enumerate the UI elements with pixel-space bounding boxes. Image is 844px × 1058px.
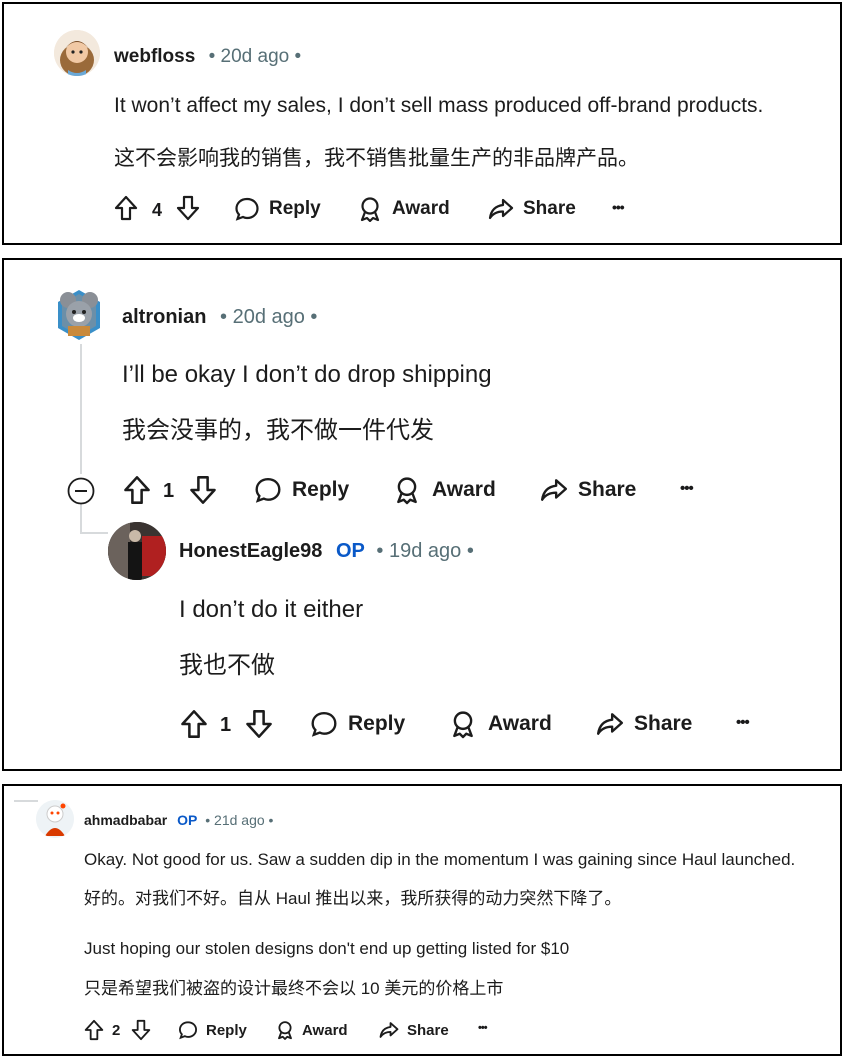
username[interactable]: HonestEagle98 (179, 540, 322, 562)
award-label: Award (392, 198, 450, 219)
award-button[interactable]: Award (394, 475, 496, 505)
timestamp: • 21d ago • (205, 812, 274, 828)
username[interactable]: webfloss (114, 46, 195, 67)
share-button[interactable]: Share (540, 475, 636, 505)
vote-count: 2 (112, 1022, 121, 1039)
comment-text-en: I don’t do it either (179, 596, 364, 623)
reply-label: Reply (206, 1021, 247, 1039)
downvote-icon (190, 476, 216, 504)
reply-icon (255, 478, 281, 503)
share-icon (379, 1022, 399, 1038)
reply-button[interactable]: Reply (234, 196, 321, 222)
share-label: Share (523, 198, 576, 219)
award-icon (397, 477, 417, 505)
share-icon (596, 713, 624, 735)
reply-icon (178, 1021, 198, 1040)
vote-count: 1 (220, 714, 232, 736)
more-options-button[interactable]: ••• (478, 1022, 488, 1034)
comment-ahmadbabar: ahmadbabar OP • 21d ago • Okay. Not good… (2, 784, 842, 1056)
comment-text-zh-1: 好的。对我们不好。自从 Haul 推出以来，我所获得的动力突然下降了。 (84, 889, 622, 908)
comment-text-en: It won’t affect my sales, I don’t sell m… (114, 94, 764, 117)
downvote-button[interactable] (245, 709, 273, 739)
reply-label: Reply (348, 712, 406, 735)
downvote-icon (131, 1019, 151, 1041)
comment-text-en-2: Just hoping our stolen designs don't end… (84, 939, 570, 958)
collapse-thread-button[interactable] (66, 476, 96, 506)
downvote-icon (246, 710, 272, 738)
downvote-button[interactable] (189, 475, 217, 505)
upvote-button[interactable] (123, 475, 151, 505)
user-avatar[interactable] (36, 800, 74, 838)
reply-button[interactable]: Reply (310, 709, 405, 739)
thread-line-branch (80, 504, 82, 534)
share-button[interactable]: Share (379, 1020, 449, 1040)
vote-count: 1 (163, 480, 175, 502)
comment-text-zh: 这不会影响我的销售，我不销售批量生产的非品牌产品。 (114, 147, 639, 170)
reply-button[interactable]: Reply (178, 1020, 247, 1040)
award-label: Award (432, 478, 496, 501)
downvote-button[interactable] (131, 1019, 151, 1041)
comment-thread-altronian: altronian • 20d ago • I’ll be okay I don… (2, 258, 842, 771)
upvote-icon (124, 476, 150, 504)
thread-line-elbow (80, 532, 108, 534)
comment-text-en: I’ll be okay I don’t do drop shipping (122, 361, 492, 388)
award-icon (278, 1021, 292, 1040)
timestamp: • 20d ago • (208, 46, 302, 67)
share-button[interactable]: Share (488, 196, 576, 222)
user-avatar[interactable] (108, 522, 166, 580)
share-icon (540, 479, 568, 501)
more-options-button[interactable]: ••• (680, 480, 694, 497)
more-options-button[interactable]: ••• (736, 714, 750, 731)
reply-icon (235, 197, 259, 221)
award-icon (453, 711, 473, 739)
reply-button[interactable]: Reply (254, 475, 349, 505)
share-icon (488, 198, 514, 220)
comment-webfloss: webfloss • 20d ago • It won’t affect my … (2, 2, 842, 245)
op-badge: OP (335, 540, 365, 562)
award-button[interactable]: Award (276, 1020, 348, 1040)
upvote-button[interactable] (84, 1019, 104, 1041)
username[interactable]: altronian (122, 306, 206, 328)
timestamp: • 19d ago • (376, 540, 474, 562)
downvote-button[interactable] (176, 195, 200, 221)
award-label: Award (488, 712, 552, 735)
reply-label: Reply (292, 478, 350, 501)
user-avatar[interactable] (54, 30, 100, 76)
thread-line (80, 344, 82, 474)
timestamp: • 20d ago • (220, 306, 318, 328)
collapse-icon (67, 477, 95, 505)
more-options-button[interactable]: ••• (612, 199, 625, 215)
username[interactable]: ahmadbabar (84, 812, 167, 828)
share-label: Share (578, 478, 637, 501)
upvote-icon (84, 1019, 104, 1041)
upvote-icon (114, 195, 138, 221)
award-button[interactable]: Award (358, 196, 450, 222)
op-badge: OP (177, 812, 198, 828)
comment-text-zh-2: 只是希望我们被盗的设计最终不会以 10 美元的价格上市 (84, 979, 504, 998)
thread-line-elbow (14, 800, 38, 802)
share-label: Share (407, 1021, 449, 1039)
comment-text-en-1: Okay. Not good for us. Saw a sudden dip … (84, 850, 796, 869)
share-label: Share (634, 712, 693, 735)
upvote-button[interactable] (180, 709, 208, 739)
share-button[interactable]: Share (596, 709, 692, 739)
reply-label: Reply (269, 198, 321, 219)
award-icon (360, 197, 380, 222)
upvote-icon (181, 710, 207, 738)
comment-text-zh: 我也不做 (179, 652, 275, 679)
reply-icon (311, 712, 337, 737)
user-avatar[interactable] (54, 288, 104, 342)
award-label: Award (302, 1021, 348, 1039)
vote-count: 4 (152, 200, 163, 220)
award-button[interactable]: Award (450, 709, 552, 739)
comment-text-zh: 我会没事的，我不做一件代发 (122, 417, 434, 444)
upvote-button[interactable] (114, 195, 138, 221)
downvote-icon (176, 195, 200, 221)
